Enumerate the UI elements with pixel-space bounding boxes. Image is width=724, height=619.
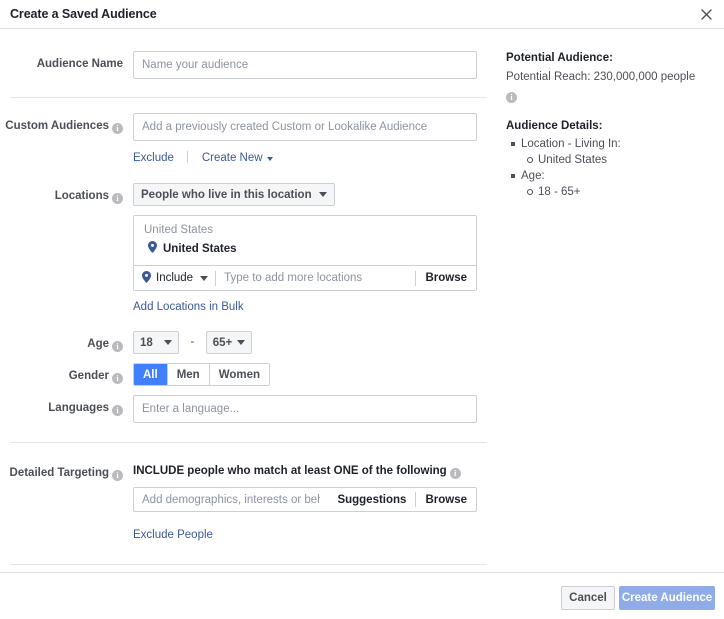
audience-details-heading: Audience Details: [506,120,603,132]
potential-audience-heading: Potential Audience: [506,52,613,64]
chevron-down-icon [200,275,209,281]
info-icon[interactable]: i [112,341,123,352]
detail-children: 18 - 65+ [521,184,720,200]
detail-children: United States [521,152,720,168]
age-range-separator: - [190,336,195,348]
info-icon[interactable]: i [112,405,123,416]
audience-form: Audience Name Custom Audiencesi Exclude … [0,29,500,607]
locations-input-row: Include Browse [134,265,476,290]
detailed-targeting-include-heading: INCLUDE people who match at least ONE of… [133,464,477,479]
location-type-label: People who live in this location [141,188,312,201]
detail-label: Age: [521,170,545,182]
field-gender: Gender i All Men Women [0,354,500,386]
locations-group-header: United States [144,224,214,236]
info-icon[interactable]: i [112,193,123,204]
field-audience-name: Audience Name [0,29,500,79]
list-item: United States [527,152,720,168]
list-item: Age: 18 - 65+ [511,168,720,200]
info-icon[interactable]: i [449,468,461,479]
info-icon[interactable]: i [506,92,517,103]
suggestions-button[interactable]: Suggestions [328,494,415,506]
gender-option-men[interactable]: Men [167,364,210,385]
field-custom-audiences: Custom Audiencesi Exclude Create New [0,98,500,166]
custom-audiences-input[interactable] [133,113,477,141]
dialog-header: Create a Saved Audience [0,0,724,29]
field-languages: Languages i [0,386,500,423]
add-locations-in-bulk-link[interactable]: Add Locations in Bulk [133,301,244,313]
locations-typeahead-input[interactable] [216,266,416,290]
potential-audience-panel: Potential Audience: Potential Reach: 230… [506,52,720,200]
field-detailed-targeting: Detailed Targeting i INCLUDE people who m… [0,443,500,543]
gender-label-text: Gender [68,370,109,382]
age-max-dropdown[interactable]: 65+ [205,331,252,354]
page-title: Create a Saved Audience [10,7,157,21]
exclude-link[interactable]: Exclude [133,152,174,164]
languages-input[interactable] [133,395,477,423]
info-icon[interactable]: i [112,470,123,481]
list-item[interactable]: United States [134,239,476,265]
list-item: Location - Living In: United States [511,136,720,168]
detailed-targeting-label: Detailed Targeting i [0,464,133,481]
gender-label: Gender i [0,363,133,384]
locations-label-text: Locations [54,190,109,202]
location-type-dropdown[interactable]: People who live in this location [133,183,335,206]
cancel-button[interactable]: Cancel [561,586,615,610]
gender-option-women[interactable]: Women [209,364,270,385]
info-icon[interactable]: i [112,373,123,384]
audience-name-input[interactable] [133,51,477,79]
languages-label-text: Languages [48,402,109,414]
potential-reach-text: Potential Reach: 230,000,000 people [506,70,720,85]
locations-browse-button[interactable]: Browse [416,272,476,284]
create-saved-audience-dialog: Create a Saved Audience Audience Name Cu… [0,0,724,619]
include-heading-text: INCLUDE people who match at least ONE of… [133,465,447,477]
detailed-targeting-browse-button[interactable]: Browse [416,494,476,506]
age-min-dropdown[interactable]: 18 [133,331,179,354]
exclude-people-link[interactable]: Exclude People [133,529,213,541]
gender-segmented-control: All Men Women [133,363,271,386]
age-min-value: 18 [140,336,153,349]
close-icon[interactable] [696,4,716,24]
custom-audiences-label: Custom Audiences i [0,113,133,134]
age-label-text: Age [87,338,109,350]
create-new-label: Create New [201,152,263,164]
location-pin-icon [142,270,151,286]
custom-audiences-links: Exclude Create New [133,148,477,166]
gender-option-all[interactable]: All [134,364,168,385]
chevron-down-icon [318,192,327,197]
locations-box: United States United States Include Type… [133,215,477,291]
create-audience-button[interactable]: Create Audience [619,586,715,610]
create-new-link[interactable]: Create New [202,152,273,164]
age-label: Age i [0,331,133,352]
languages-label: Languages i [0,395,133,416]
audience-details-list: Location - Living In: United States Age:… [506,136,720,200]
info-icon[interactable]: i [112,123,123,134]
dialog-footer: Cancel Create Audience [0,572,724,619]
age-max-value: 65+ [212,336,233,349]
location-name: United States [163,242,237,255]
link-separator [187,151,189,163]
field-locations: Locations i People who live in this locat… [0,166,500,315]
custom-audiences-label-text: Custom Audiences [5,120,109,132]
include-label: Include [156,272,194,284]
detailed-targeting-input[interactable] [134,488,329,511]
audience-name-label: Audience Name [36,58,123,70]
chevron-down-icon [164,340,172,345]
chevron-down-icon [236,340,245,345]
potential-reach-value: Potential Reach: 230,000,000 people [506,71,696,83]
field-age: Age i 18 - 65+ [0,315,500,354]
location-pin-icon [148,241,157,256]
detailed-targeting-input-row: Suggestions Browse [133,487,477,512]
detail-label: Location - Living In: [521,138,621,150]
locations-label: Locations i [0,183,133,204]
list-item: 18 - 65+ [527,184,720,200]
include-exclude-dropdown[interactable]: Include [134,270,215,286]
chevron-down-icon [266,157,273,161]
detailed-targeting-label-text: Detailed Targeting [9,467,109,479]
